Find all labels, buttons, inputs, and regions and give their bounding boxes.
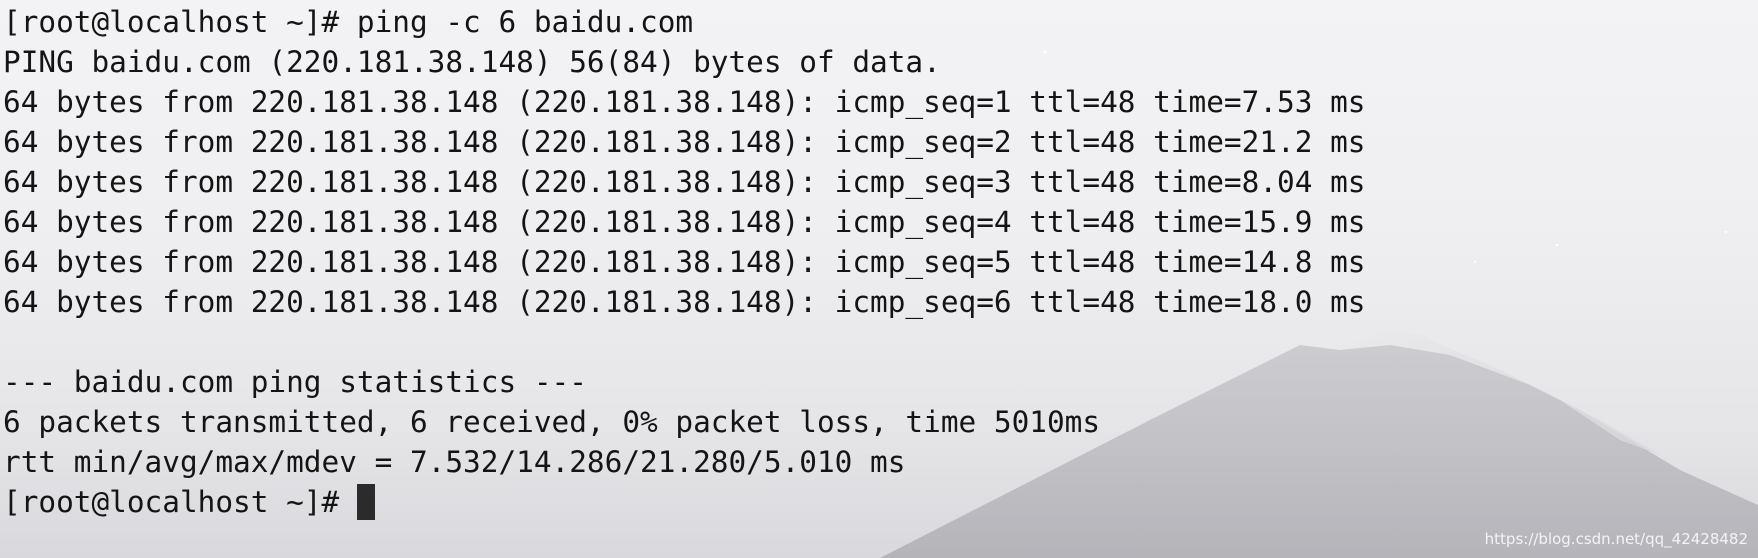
terminal-line: [root@localhost ~]# ping -c 6 baidu.com — [3, 5, 694, 39]
terminal-line: 64 bytes from 220.181.38.148 (220.181.38… — [3, 85, 1366, 119]
shell-prompt: [root@localhost ~]# — [3, 485, 357, 519]
terminal-line: 64 bytes from 220.181.38.148 (220.181.38… — [3, 165, 1366, 199]
terminal-line: 64 bytes from 220.181.38.148 (220.181.38… — [3, 285, 1366, 319]
terminal-window[interactable]: [root@localhost ~]# ping -c 6 baidu.com … — [0, 0, 1758, 558]
terminal-line: 6 packets transmitted, 6 received, 0% pa… — [3, 405, 1101, 439]
terminal-line: 64 bytes from 220.181.38.148 (220.181.38… — [3, 125, 1366, 159]
terminal-line: rtt min/avg/max/mdev = 7.532/14.286/21.2… — [3, 445, 906, 479]
terminal-line: --- baidu.com ping statistics --- — [3, 365, 587, 399]
terminal-line: PING baidu.com (220.181.38.148) 56(84) b… — [3, 45, 941, 79]
terminal-line: 64 bytes from 220.181.38.148 (220.181.38… — [3, 245, 1366, 279]
text-cursor — [356, 484, 375, 520]
prompt-line[interactable]: [root@localhost ~]# — [3, 482, 1758, 522]
terminal-line: 64 bytes from 220.181.38.148 (220.181.38… — [3, 205, 1366, 239]
watermark-url: https://blog.csdn.net/qq_42428482 — [1484, 530, 1748, 548]
